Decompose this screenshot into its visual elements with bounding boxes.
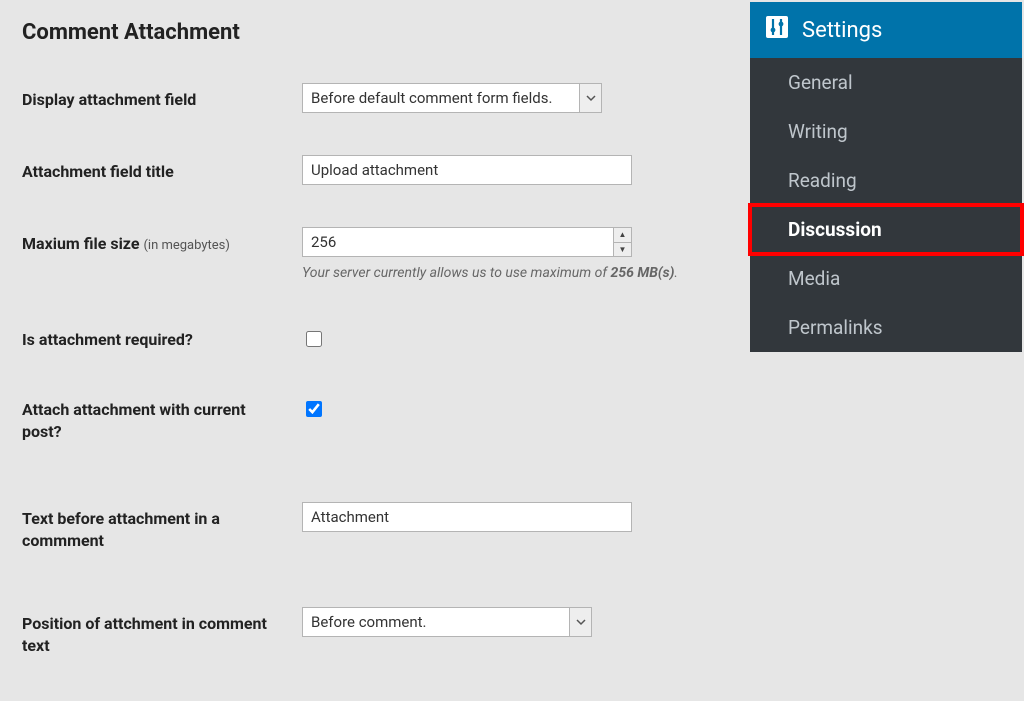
label-max-size: Maxium file size (in megabytes) (22, 227, 302, 255)
attach-post-checkbox[interactable] (306, 401, 322, 417)
help-prefix: Your server currently allows us to use m… (302, 265, 611, 281)
display-field-select-wrap: Before default comment form fields. (302, 83, 602, 113)
required-checkbox[interactable] (306, 331, 322, 347)
help-bold: 256 MB(s) (611, 265, 675, 281)
position-select[interactable]: Before comment. (302, 607, 592, 637)
sidebar-item-reading[interactable]: Reading (750, 156, 1022, 205)
sidebar-item-general[interactable]: General (750, 58, 1022, 107)
label-max-size-text: Maxium file size (22, 234, 139, 253)
position-select-wrap: Before comment. (302, 607, 592, 637)
label-text-before: Text before attachment in a commment (22, 502, 302, 551)
form-table: Display attachment field Before default … (22, 83, 740, 657)
sidebar-items: GeneralWritingReadingDiscussionMediaPerm… (750, 58, 1022, 352)
sidebar-item-permalinks[interactable]: Permalinks (750, 303, 1022, 352)
number-spinner[interactable]: ▲ ▼ (613, 228, 631, 256)
row-attach-post: Attach attachment with current post? (22, 393, 740, 442)
sidebar-header[interactable]: Settings (750, 2, 1022, 58)
row-text-before: Text before attachment in a commment (22, 502, 740, 551)
max-size-help: Your server currently allows us to use m… (302, 265, 740, 281)
settings-form: Comment Attachment Display attachment fi… (0, 0, 740, 657)
sidebar-item-media[interactable]: Media (750, 254, 1022, 303)
max-size-input-wrap: ▲ ▼ (302, 227, 632, 257)
text-before-input[interactable] (302, 502, 632, 532)
label-display-field: Display attachment field (22, 83, 302, 111)
label-field-title: Attachment field title (22, 155, 302, 183)
help-suffix: . (674, 265, 678, 281)
settings-icon (766, 16, 788, 44)
row-max-size: Maxium file size (in megabytes) ▲ ▼ Your… (22, 227, 740, 281)
row-field-title: Attachment field title (22, 155, 740, 185)
label-position: Position of attchment in comment text (22, 607, 302, 656)
spinner-up-icon[interactable]: ▲ (614, 228, 631, 243)
row-required: Is attachment required? (22, 323, 740, 351)
spinner-down-icon[interactable]: ▼ (614, 243, 631, 257)
sidebar-item-writing[interactable]: Writing (750, 107, 1022, 156)
page-title: Comment Attachment (22, 20, 740, 45)
label-required: Is attachment required? (22, 323, 302, 351)
row-position: Position of attchment in comment text Be… (22, 607, 740, 656)
row-display-field: Display attachment field Before default … (22, 83, 740, 113)
max-size-input[interactable] (302, 227, 632, 257)
settings-sidebar: Settings GeneralWritingReadingDiscussion… (750, 2, 1022, 352)
field-title-input[interactable] (302, 155, 632, 185)
sidebar-item-discussion[interactable]: Discussion (750, 205, 1022, 254)
label-attach-post: Attach attachment with current post? (22, 393, 302, 442)
sidebar-header-label: Settings (802, 18, 882, 43)
label-max-size-sub: (in megabytes) (143, 238, 229, 253)
display-field-select[interactable]: Before default comment form fields. (302, 83, 602, 113)
